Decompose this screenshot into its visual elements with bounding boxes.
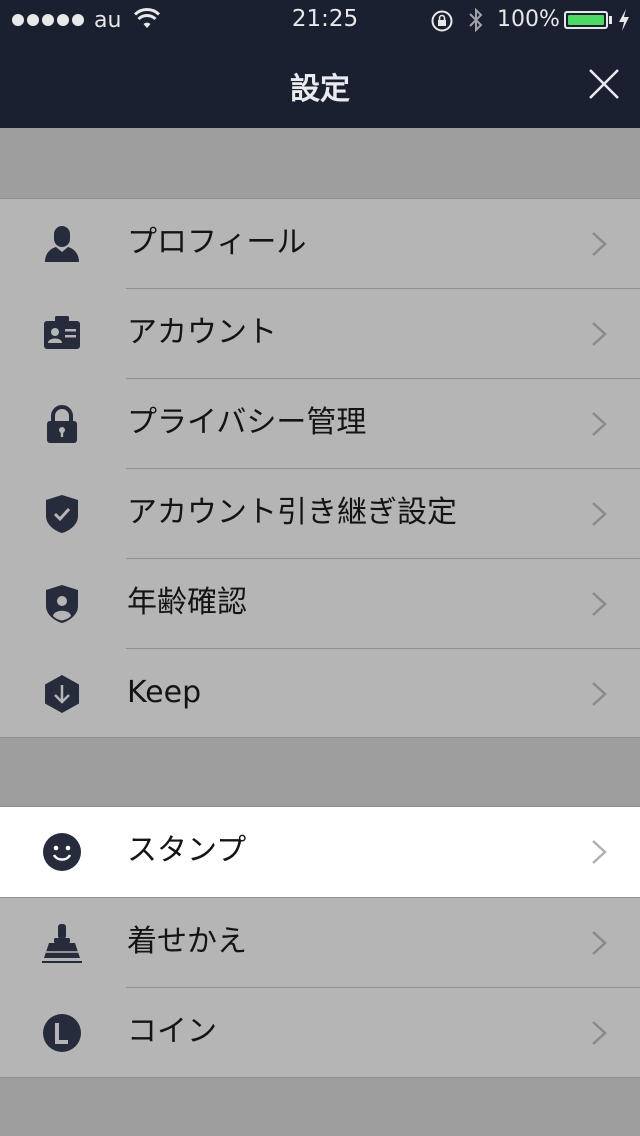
keep-download-icon bbox=[45, 675, 79, 713]
page-title: 設定 bbox=[290, 72, 350, 107]
close-icon bbox=[589, 69, 619, 99]
person-icon bbox=[45, 226, 79, 262]
settings-group-1: プロフィール アカウント プライバシー管理 アカウント引き継ぎ設定 年齢確認 K… bbox=[0, 198, 640, 738]
chevron-right-icon bbox=[592, 412, 607, 436]
shield-person-icon bbox=[46, 585, 78, 623]
battery-icon bbox=[564, 11, 608, 29]
settings-item-account-transfer[interactable]: アカウント引き継ぎ設定 bbox=[0, 469, 640, 559]
settings-item-label: プロフィール bbox=[127, 225, 307, 260]
smiley-icon bbox=[43, 833, 81, 871]
settings-item-label: スタンプ bbox=[127, 833, 247, 868]
close-button[interactable] bbox=[586, 66, 622, 102]
settings-item-label: アカウント引き継ぎ設定 bbox=[127, 495, 457, 530]
settings-item-label: 着せかえ bbox=[127, 924, 247, 959]
settings-item-age-verification[interactable]: 年齢確認 bbox=[0, 559, 640, 649]
settings-item-label: プライバシー管理 bbox=[127, 405, 367, 440]
settings-item-privacy[interactable]: プライバシー管理 bbox=[0, 379, 640, 469]
settings-item-label: アカウント bbox=[127, 315, 277, 350]
chevron-right-icon bbox=[592, 1021, 607, 1045]
charging-bolt-icon bbox=[619, 9, 629, 31]
settings-item-coins[interactable]: コイン bbox=[0, 988, 640, 1078]
settings-item-themes[interactable]: 着せかえ bbox=[0, 897, 640, 988]
settings-item-label: Keep bbox=[127, 675, 202, 710]
settings-item-profile[interactable]: プロフィール bbox=[0, 199, 640, 289]
status-bar: au 21:25 100% bbox=[0, 0, 640, 40]
chevron-right-icon bbox=[592, 592, 607, 616]
chevron-right-icon bbox=[592, 682, 607, 706]
brush-icon bbox=[42, 924, 82, 963]
navigation-bar: au 21:25 100% 設定 bbox=[0, 0, 640, 128]
coin-icon bbox=[43, 1014, 81, 1052]
chevron-right-icon bbox=[592, 931, 607, 955]
settings-item-keep[interactable]: Keep bbox=[0, 649, 640, 739]
id-card-icon bbox=[44, 316, 80, 349]
section-spacer bbox=[0, 128, 640, 198]
section-spacer bbox=[0, 738, 640, 808]
battery-percentage: 100% bbox=[497, 7, 560, 32]
settings-item-stickers[interactable]: スタンプ bbox=[0, 807, 640, 897]
settings-item-label: 年齢確認 bbox=[127, 585, 247, 620]
bluetooth-icon bbox=[469, 7, 483, 33]
bottom-spacer bbox=[0, 1078, 640, 1136]
chevron-right-icon bbox=[592, 322, 607, 346]
rotation-lock-icon bbox=[431, 10, 453, 32]
settings-item-account[interactable]: アカウント bbox=[0, 289, 640, 379]
chevron-right-icon bbox=[592, 502, 607, 526]
settings-item-label: コイン bbox=[127, 1014, 217, 1049]
settings-group-2: スタンプ 着せかえ コイン bbox=[0, 806, 640, 1078]
shield-check-icon bbox=[46, 495, 78, 533]
chevron-right-icon bbox=[592, 840, 607, 864]
padlock-icon bbox=[47, 405, 77, 443]
chevron-right-icon bbox=[592, 232, 607, 256]
